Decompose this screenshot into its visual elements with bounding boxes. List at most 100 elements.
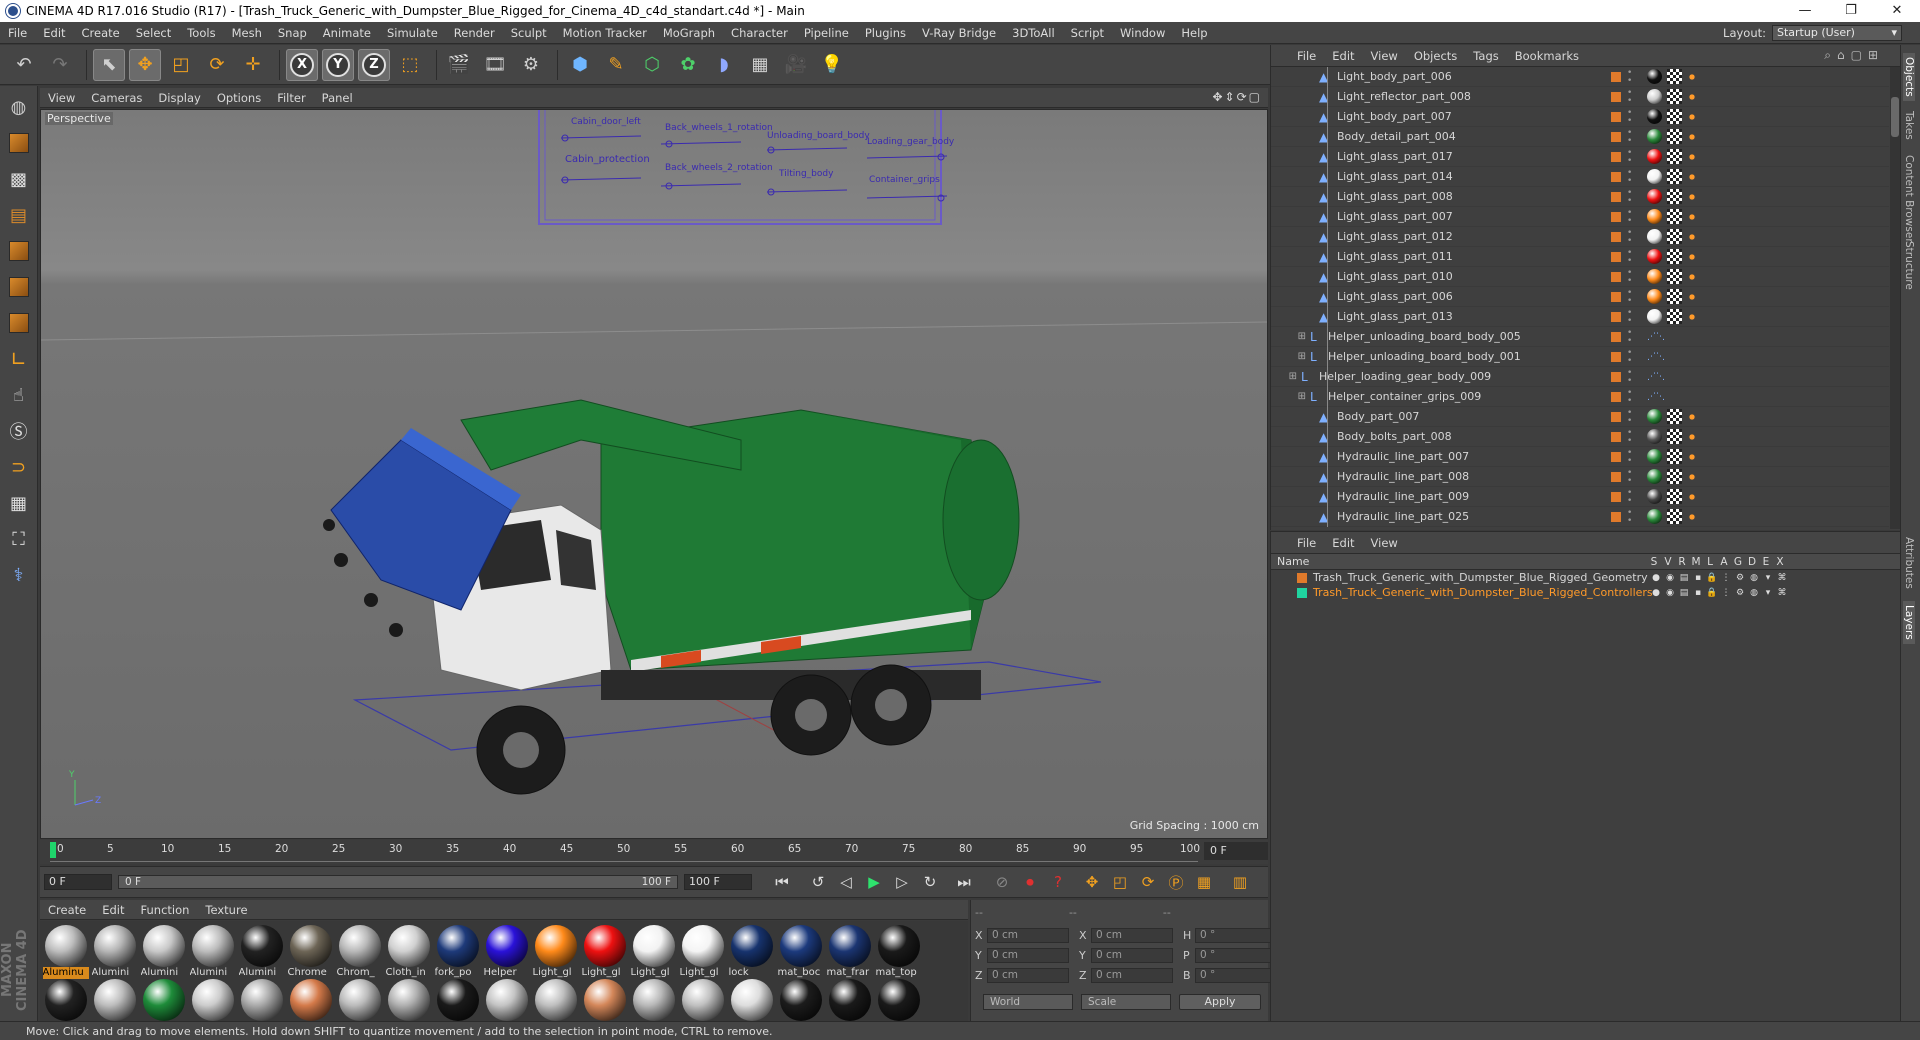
timeline-playhead[interactable] bbox=[50, 842, 56, 858]
material-swatch[interactable] bbox=[434, 979, 481, 1021]
object-tree-row[interactable]: ⊞ L Helper_container_grips_009 • • ⋰⋱ bbox=[1271, 387, 1889, 407]
size-x-field[interactable]: 0 cm bbox=[1091, 928, 1173, 943]
layer-color-swatch[interactable] bbox=[1297, 572, 1307, 583]
deformer-icon[interactable]: ◗ bbox=[708, 49, 740, 81]
xpresso-tag-icon[interactable]: ⋰⋱ bbox=[1647, 352, 1665, 361]
object-tree-row[interactable]: ▲ Light_reflector_part_008 • • bbox=[1271, 87, 1889, 107]
material-tag-icon[interactable] bbox=[1647, 469, 1662, 484]
material-tag-icon[interactable] bbox=[1647, 109, 1662, 124]
texture-mode-icon[interactable]: ▩ bbox=[4, 164, 34, 194]
timeline-window-icon[interactable]: ▥ bbox=[1228, 870, 1252, 894]
object-tree-row[interactable]: ▲ Light_glass_part_017 • • bbox=[1271, 147, 1889, 167]
selection-tag-icon[interactable] bbox=[1687, 232, 1697, 242]
om-menu-objects[interactable]: Objects bbox=[1406, 49, 1465, 63]
visibility-dots-icon[interactable]: • • bbox=[1627, 308, 1632, 325]
layer-color-icon[interactable] bbox=[1611, 111, 1621, 122]
layer-color-icon[interactable] bbox=[1611, 411, 1621, 422]
material-swatch[interactable]: Aluminu bbox=[42, 925, 89, 979]
layer-color-icon[interactable] bbox=[1611, 131, 1621, 142]
selection-tag-icon[interactable] bbox=[1687, 412, 1697, 422]
material-swatch[interactable] bbox=[728, 979, 775, 1021]
material-swatch[interactable] bbox=[336, 979, 383, 1021]
material-tag-icon[interactable] bbox=[1647, 309, 1662, 324]
material-tag-icon[interactable] bbox=[1647, 509, 1662, 524]
object-tree-row[interactable]: ⊞ L Helper_unloading_board_body_001 • • ⋰⋱ bbox=[1271, 347, 1889, 367]
object-tree-row[interactable]: ▲ Light_glass_part_007 • • bbox=[1271, 207, 1889, 227]
object-tree-row[interactable]: ▲ Body_detail_part_004 • • bbox=[1271, 127, 1889, 147]
layer-switch-icon[interactable]: ▪ bbox=[1691, 588, 1705, 598]
visibility-dots-icon[interactable]: • • bbox=[1627, 428, 1632, 445]
material-menu-edit[interactable]: Edit bbox=[94, 903, 132, 917]
layer-switch-icon[interactable]: ▪ bbox=[1691, 573, 1705, 583]
tab-content-browser[interactable]: Content Browser bbox=[1903, 155, 1915, 243]
layer-color-icon[interactable] bbox=[1611, 231, 1621, 242]
uvw-tag-icon[interactable] bbox=[1667, 289, 1682, 304]
layer-row[interactable]: Trash_Truck_Generic_with_Dumpster_Blue_R… bbox=[1271, 585, 1900, 600]
layer-color-icon[interactable] bbox=[1611, 211, 1621, 222]
layer-color-icon[interactable] bbox=[1611, 471, 1621, 482]
make-editable-icon[interactable]: ◍ bbox=[4, 92, 34, 122]
layer-switch-icon[interactable]: ▾ bbox=[1761, 588, 1775, 598]
layer-color-icon[interactable] bbox=[1611, 251, 1621, 262]
expand-toggle-icon[interactable]: ⊞ bbox=[1271, 391, 1310, 402]
object-tree-row[interactable]: ▲ Hydraulic_line_part_009 • • bbox=[1271, 487, 1889, 507]
uvw-tag-icon[interactable] bbox=[1667, 89, 1682, 104]
subdivision-icon[interactable]: ⬡ bbox=[636, 49, 668, 81]
size-y-field[interactable]: 0 cm bbox=[1091, 948, 1173, 963]
next-frame-icon[interactable]: ▷ bbox=[890, 870, 914, 894]
visibility-dots-icon[interactable]: • • bbox=[1627, 288, 1632, 305]
layer-column-label[interactable]: A bbox=[1717, 556, 1731, 568]
coordinate-system-icon[interactable]: ⬚ bbox=[394, 49, 426, 81]
uvw-tag-icon[interactable] bbox=[1667, 469, 1682, 484]
object-manager-scrollbar[interactable] bbox=[1890, 67, 1900, 529]
cube-object-icon[interactable]: ⬢ bbox=[564, 49, 596, 81]
layer-column-label[interactable]: X bbox=[1773, 556, 1787, 568]
material-swatch[interactable]: Helper bbox=[483, 925, 530, 979]
layer-switch-icon[interactable]: ● bbox=[1649, 573, 1663, 583]
layer-switch-icon[interactable]: ◉ bbox=[1663, 573, 1677, 583]
uvw-tag-icon[interactable] bbox=[1667, 229, 1682, 244]
layer-column-label[interactable]: E bbox=[1759, 556, 1773, 568]
material-swatch[interactable] bbox=[238, 979, 285, 1021]
material-menu-function[interactable]: Function bbox=[133, 903, 198, 917]
tab-takes[interactable]: Takes bbox=[1903, 111, 1915, 140]
restore-button[interactable]: ❐ bbox=[1828, 0, 1874, 22]
go-to-start-icon[interactable]: ⏮ bbox=[770, 870, 794, 894]
menu-mograph[interactable]: MoGraph bbox=[655, 22, 723, 44]
material-tag-icon[interactable] bbox=[1647, 429, 1662, 444]
layer-switch-icon[interactable]: ● bbox=[1649, 588, 1663, 598]
material-swatch[interactable] bbox=[42, 979, 89, 1021]
object-tree-row[interactable]: ▲ Light_glass_part_013 • • bbox=[1271, 307, 1889, 327]
om-menu-file[interactable]: File bbox=[1289, 49, 1324, 63]
expand-toggle-icon[interactable]: ⊞ bbox=[1271, 331, 1310, 342]
visibility-dots-icon[interactable]: • • bbox=[1627, 148, 1632, 165]
layer-color-icon[interactable] bbox=[1611, 331, 1621, 342]
layer-switch-icon[interactable]: ⌘ bbox=[1775, 588, 1789, 598]
menu-create[interactable]: Create bbox=[74, 22, 128, 44]
minimize-button[interactable]: — bbox=[1782, 0, 1828, 22]
layer-color-icon[interactable] bbox=[1611, 371, 1621, 382]
sculpt-icon[interactable]: ⛶ bbox=[4, 524, 34, 554]
record-keys-icon[interactable]: ⏺ bbox=[1018, 870, 1042, 894]
object-tree-row[interactable]: ⊞ L Helper_unloading_board_body_005 • • ⋰⋱ bbox=[1271, 327, 1889, 347]
menu-file[interactable]: File bbox=[0, 22, 35, 44]
points-mode-icon[interactable] bbox=[4, 236, 34, 266]
material-menu-texture[interactable]: Texture bbox=[197, 903, 255, 917]
layer-switch-icon[interactable]: ▾ bbox=[1761, 573, 1775, 583]
layer-color-icon[interactable] bbox=[1611, 431, 1621, 442]
visibility-dots-icon[interactable]: • • bbox=[1627, 128, 1632, 145]
layer-color-icon[interactable] bbox=[1611, 311, 1621, 322]
scale-tool-icon[interactable]: ◰ bbox=[165, 49, 197, 81]
selection-tag-icon[interactable] bbox=[1687, 92, 1697, 102]
timeline-ruler[interactable] bbox=[50, 856, 1198, 862]
previous-frame-icon[interactable]: ◁ bbox=[834, 870, 858, 894]
key-scale-icon[interactable]: ◰ bbox=[1108, 870, 1132, 894]
expand-toggle-icon[interactable]: ⊞ bbox=[1271, 351, 1310, 362]
visibility-dots-icon[interactable]: • • bbox=[1627, 108, 1632, 125]
menu-plugins[interactable]: Plugins bbox=[857, 22, 914, 44]
move-tool-icon[interactable]: ✥ bbox=[129, 48, 161, 81]
workplane-icon[interactable]: ▤ bbox=[4, 200, 34, 230]
selection-tag-icon[interactable] bbox=[1687, 192, 1697, 202]
layer-switch-icon[interactable]: 🔒 bbox=[1705, 588, 1719, 598]
layer-switch-icon[interactable]: ◍ bbox=[1747, 573, 1761, 583]
